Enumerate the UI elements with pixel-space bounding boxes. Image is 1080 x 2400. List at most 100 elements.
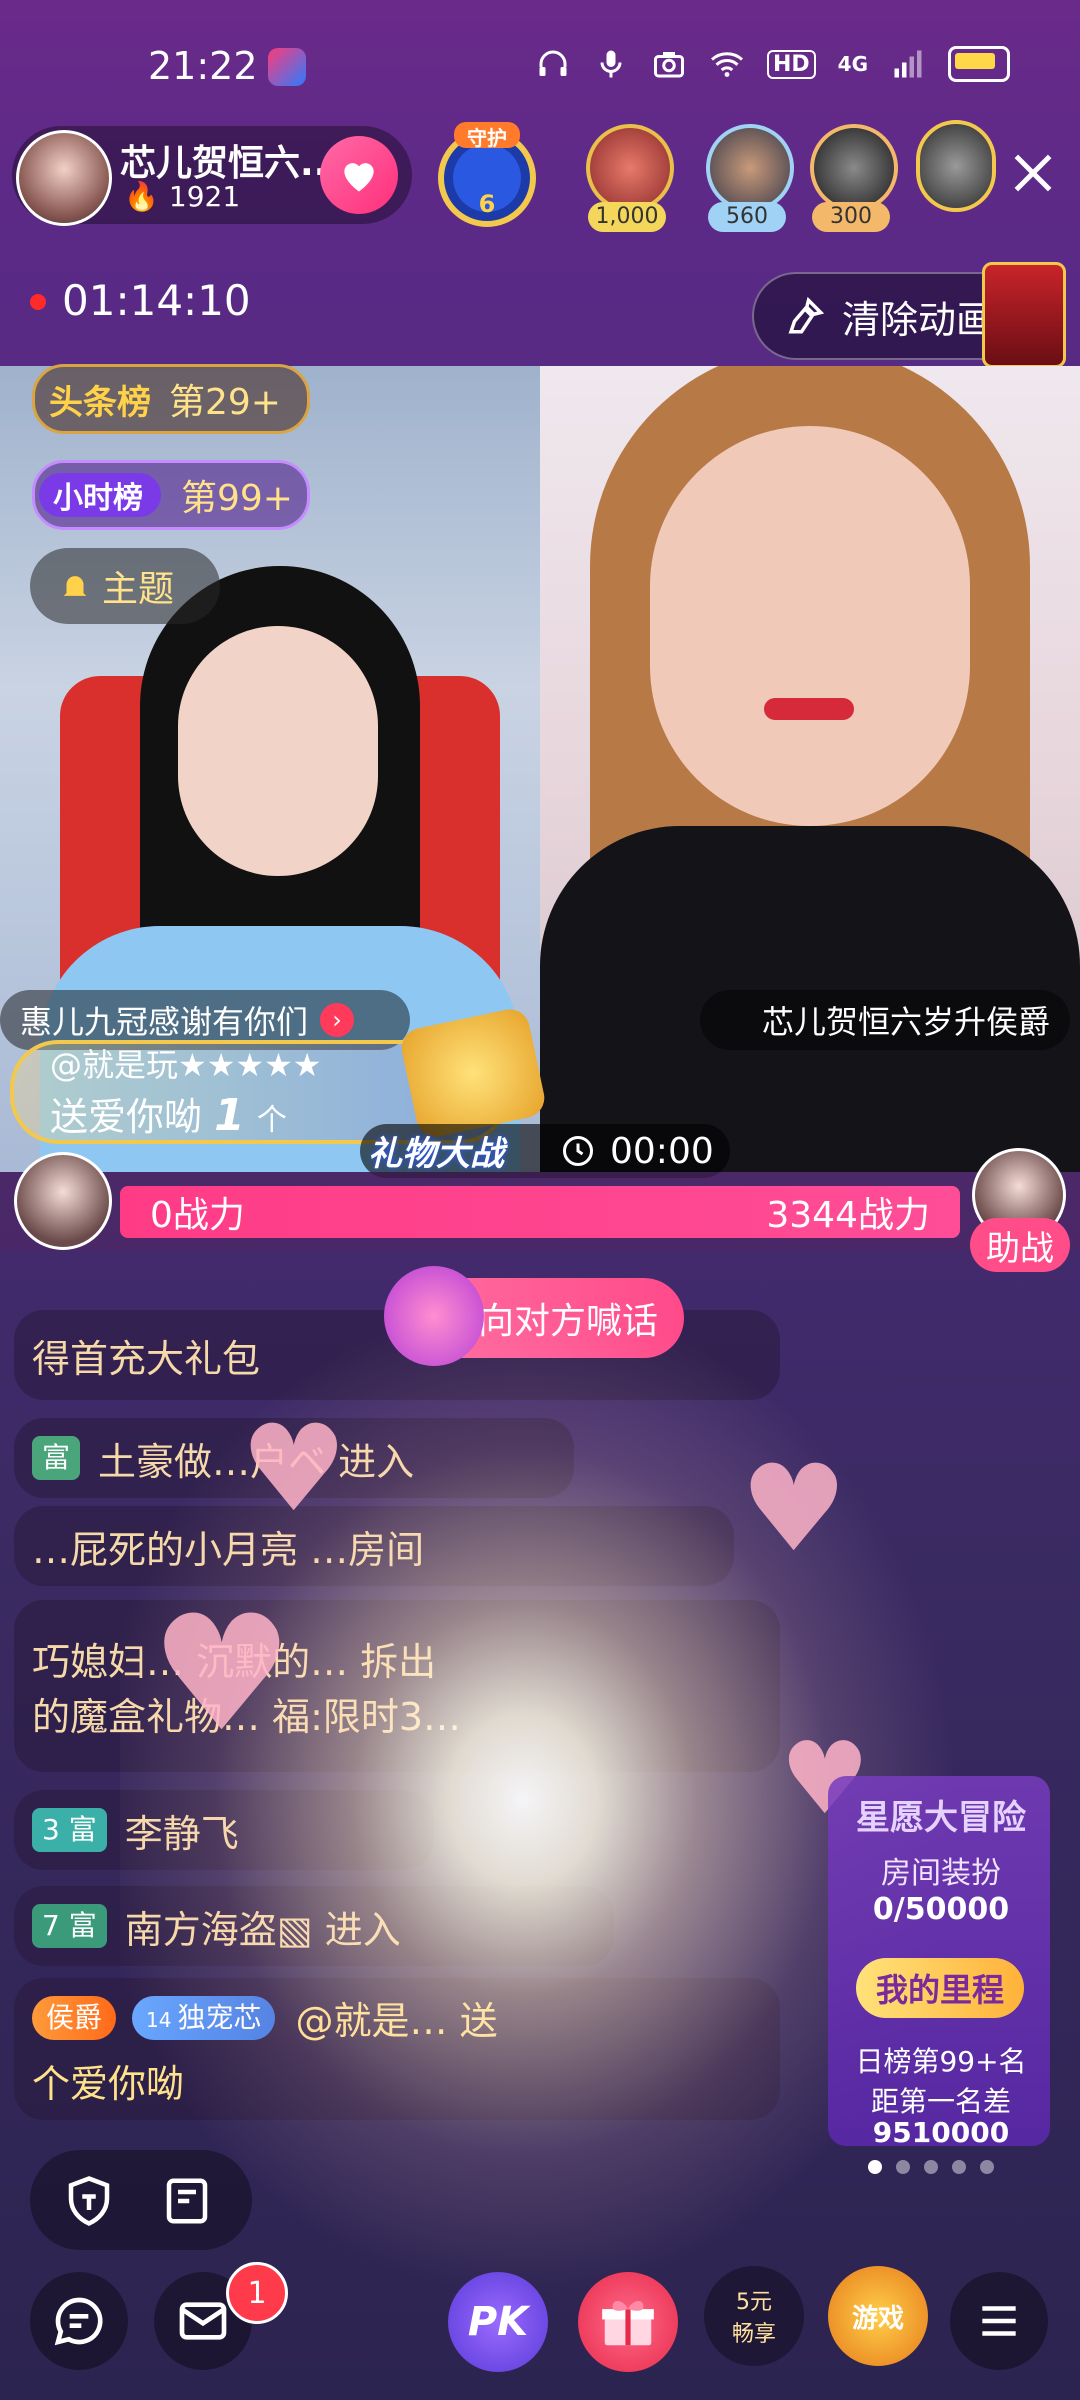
- right-host-label[interactable]: 芯儿贺恒六岁升侯爵: [700, 990, 1070, 1050]
- guard-shield-button-icon[interactable]: [62, 2174, 116, 2228]
- event-gap-label: 距第一名差: [870, 2085, 1011, 2118]
- carousel-dots[interactable]: [868, 2160, 994, 2174]
- right-host-face: [650, 426, 970, 826]
- viewer-1[interactable]: 1,000: [574, 124, 674, 232]
- fire-icon: 🔥: [124, 180, 159, 213]
- recording-dot: [30, 294, 46, 310]
- battle-title: 礼物大战: [368, 1134, 504, 1174]
- chat-text: …屁死的小月亮 …房间: [32, 1527, 425, 1572]
- carousel-dot[interactable]: [952, 2160, 966, 2174]
- status-bar: 21:22 HD 4G: [0, 0, 1080, 120]
- network-indicator: 4G: [837, 52, 868, 76]
- wifi-icon: [710, 52, 743, 77]
- carousel-dot[interactable]: [924, 2160, 938, 2174]
- chat-message: …屁死的小月亮 …房间: [14, 1506, 734, 1586]
- viewer-2[interactable]: 560: [706, 124, 794, 232]
- status-time: 21:22: [148, 44, 258, 88]
- chat-input-button[interactable]: [30, 2272, 128, 2370]
- event-subtitle: 房间装扮: [881, 1856, 1001, 1891]
- my-mileage-button[interactable]: 我的里程: [856, 1958, 1024, 2018]
- task-list-icon[interactable]: [160, 2174, 214, 2228]
- hd-indicator: HD: [766, 49, 816, 79]
- carousel-dot[interactable]: [868, 2160, 882, 2174]
- topic-button[interactable]: 主题: [30, 548, 220, 624]
- right-power: 3344战力: [766, 1195, 930, 1236]
- event-progress: 0/50000: [872, 1892, 1010, 1927]
- signal-icon: [894, 50, 922, 78]
- host-name[interactable]: 芯儿贺恒六...: [120, 134, 341, 186]
- assist-button[interactable]: 助战: [970, 1218, 1070, 1272]
- clock-icon: [563, 1136, 593, 1166]
- promo-button[interactable]: 5元 畅享: [704, 2266, 804, 2366]
- megaphone-icon[interactable]: [384, 1266, 484, 1366]
- topic-label: 主题: [102, 569, 175, 610]
- wealth-badge: 7 富: [32, 1904, 107, 1948]
- wealth-badge: 富: [32, 1436, 81, 1480]
- game-button[interactable]: 游戏: [828, 2266, 928, 2366]
- guard-badge[interactable]: 守护 6: [428, 118, 546, 228]
- right-host-lips: [764, 698, 854, 720]
- chat-message: 3 富李静飞: [14, 1790, 434, 1870]
- left-host-name: 惠儿九冠感谢有你们: [20, 1003, 309, 1041]
- chat-message: 7 富南方海盗▧ 进入: [14, 1886, 614, 1966]
- chevron-right-icon: ›: [320, 1003, 355, 1037]
- headline-rank-tag: 头条榜: [49, 382, 151, 423]
- gift-button[interactable]: [578, 2272, 678, 2372]
- gift-name: 送爱你呦: [50, 1095, 203, 1139]
- shout-label: 向对方喊话: [477, 1301, 658, 1342]
- viewer-4[interactable]: [916, 120, 996, 212]
- viewer-3[interactable]: 300: [810, 124, 898, 232]
- viewer-avatar: [706, 124, 794, 212]
- chat-text: 土豪做…户ベ 进入: [98, 1439, 415, 1484]
- promo-line-2: 畅享: [731, 2322, 776, 2347]
- hourly-rank-tag: 小时榜: [39, 473, 161, 517]
- hourly-rank[interactable]: 小时榜 第99+: [32, 460, 310, 530]
- wealth-badge: 3 富: [32, 1808, 107, 1852]
- chat-text: 个爱你呦: [32, 2062, 185, 2106]
- close-icon[interactable]: [1008, 148, 1058, 198]
- chat-message: 巧媳妇… 沉默的… 拆出 的魔盒礼物… 福:限时3…: [14, 1600, 780, 1772]
- gift-box-icon: [602, 2300, 654, 2346]
- right-host-name: 芯儿贺恒六岁升侯爵: [761, 1003, 1050, 1041]
- host-avatar[interactable]: [16, 130, 112, 226]
- follow-button[interactable]: [320, 136, 398, 214]
- headline-rank[interactable]: 头条榜 第29+: [32, 364, 310, 434]
- noble-badge: 侯爵: [32, 1995, 117, 2040]
- headset-icon: [539, 50, 567, 76]
- throne-decoration: [982, 262, 1066, 368]
- hourly-rank-value: 第99+: [181, 478, 293, 519]
- host-popularity: 🔥 1921: [124, 180, 240, 213]
- app-notification-icon: [268, 48, 306, 86]
- guard-month: 6: [478, 190, 496, 218]
- hamburger-menu-icon: [982, 2306, 1016, 2336]
- fan-badge-name: 独宠芯: [177, 2000, 262, 2034]
- tools-pill: [30, 2150, 252, 2250]
- left-power: 0战力: [150, 1195, 245, 1236]
- right-video-pane[interactable]: [540, 366, 1080, 1172]
- gift-message: 送爱你呦 1 个: [50, 1086, 287, 1141]
- chat-text: 南方海盗▧ 进入: [124, 1907, 401, 1952]
- live-duration: 01:14:10: [62, 276, 251, 325]
- fan-badge: 14 独宠芯: [132, 1995, 276, 2040]
- mic-icon: [600, 50, 622, 78]
- heart-icon: [344, 163, 374, 192]
- more-menu-button[interactable]: [950, 2272, 1048, 2370]
- message-notification-badge: 1: [226, 2262, 288, 2324]
- viewer-contribution: 300: [812, 202, 890, 232]
- event-title: 星愿大冒险: [856, 1798, 1026, 1838]
- camera-icon: [653, 52, 684, 78]
- carousel-dot[interactable]: [980, 2160, 994, 2174]
- viewer-contribution: 560: [708, 202, 786, 232]
- event-gap-value: 9510000: [872, 2116, 1010, 2149]
- viewer-contribution: 1,000: [588, 202, 666, 232]
- gift-sender: @就是玩★★★★★: [50, 1046, 322, 1084]
- carousel-dot[interactable]: [896, 2160, 910, 2174]
- pk-button[interactable]: PK: [448, 2272, 548, 2372]
- battery-icon: [948, 46, 1010, 82]
- promo-line-1: 5元: [736, 2290, 772, 2315]
- gift-unit: 个: [256, 1103, 287, 1138]
- fan-level: 14: [146, 2007, 172, 2032]
- bell-icon: [63, 576, 87, 599]
- left-host-mini-avatar[interactable]: [14, 1152, 112, 1250]
- viewer-avatar: [586, 124, 674, 212]
